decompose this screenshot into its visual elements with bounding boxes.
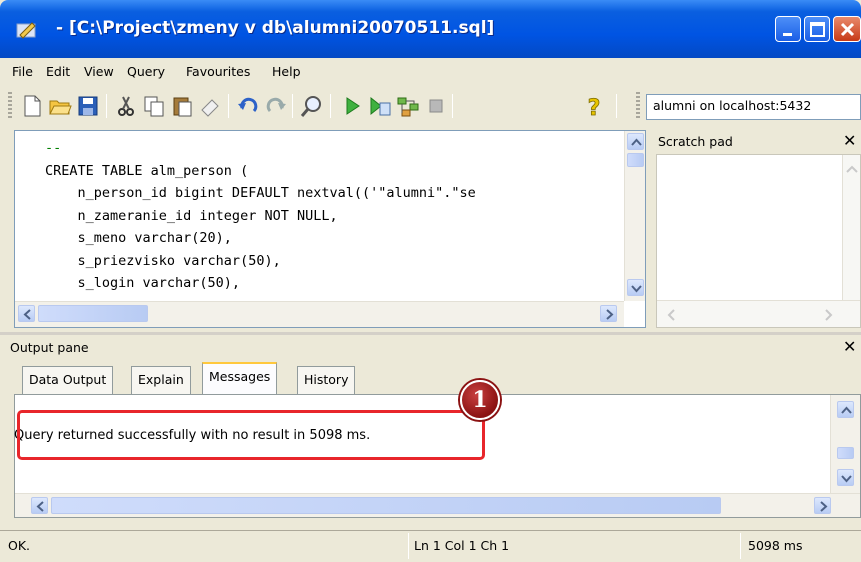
scroll-thumb[interactable] bbox=[51, 497, 721, 514]
chevron-right-icon bbox=[606, 309, 614, 320]
connection-select[interactable]: alumni on localhost:5432 bbox=[646, 94, 861, 120]
scratch-horizontal-scrollbar[interactable] bbox=[657, 300, 860, 327]
tab-history[interactable]: History bbox=[297, 366, 356, 394]
code-line: s_priezvisko varchar(50), bbox=[45, 252, 281, 269]
toolbar-grip[interactable] bbox=[8, 92, 12, 120]
scroll-left-button[interactable] bbox=[31, 497, 48, 514]
chevron-down-icon bbox=[841, 475, 852, 483]
open-folder-icon[interactable] bbox=[48, 94, 72, 118]
sql-code[interactable]: -- CREATE TABLE alm_person ( n_person_id … bbox=[45, 137, 476, 295]
title-bar[interactable]: - [C:\Project\zmeny v db\alumni20070511.… bbox=[0, 0, 861, 58]
pane-splitter[interactable] bbox=[0, 332, 861, 335]
maximize-button[interactable] bbox=[804, 16, 830, 42]
callout-badge: 1 bbox=[460, 380, 500, 420]
menu-favourites[interactable]: Favourites bbox=[186, 64, 250, 79]
scroll-left-button[interactable] bbox=[18, 305, 35, 322]
chevron-left-icon bbox=[23, 309, 31, 320]
window-title: - [C:\Project\zmeny v db\alumni20070511.… bbox=[56, 18, 495, 38]
close-icon bbox=[840, 22, 855, 37]
explain-query-icon[interactable] bbox=[396, 94, 420, 118]
redo-icon[interactable] bbox=[264, 94, 288, 118]
status-text: OK. bbox=[8, 538, 31, 553]
scroll-thumb[interactable] bbox=[38, 305, 148, 322]
scroll-up-button[interactable] bbox=[837, 401, 854, 418]
chevron-down-icon bbox=[631, 285, 642, 293]
chevron-up-icon bbox=[631, 138, 642, 146]
scratch-pad-title: Scratch pad bbox=[658, 134, 733, 149]
toolbar-separator bbox=[106, 94, 107, 118]
code-line: -- bbox=[45, 140, 62, 156]
status-separator bbox=[408, 533, 409, 559]
editor-horizontal-scrollbar[interactable] bbox=[15, 301, 624, 327]
messages-horizontal-scrollbar[interactable] bbox=[15, 493, 860, 517]
toolbar-separator bbox=[616, 94, 617, 118]
menu-view[interactable]: View bbox=[84, 64, 114, 79]
scroll-down-button[interactable] bbox=[837, 469, 854, 486]
toolbar-separator bbox=[452, 94, 453, 118]
execution-time: 5098 ms bbox=[748, 538, 803, 553]
tab-messages[interactable]: Messages bbox=[202, 362, 278, 395]
svg-text:?: ? bbox=[588, 96, 601, 118]
paste-icon[interactable] bbox=[170, 94, 194, 118]
output-pane-close-icon[interactable]: ✕ bbox=[843, 337, 856, 356]
code-line: s_meno varchar(20), bbox=[45, 230, 232, 246]
execute-to-file-icon[interactable] bbox=[368, 94, 392, 118]
menu-edit[interactable]: Edit bbox=[46, 64, 70, 79]
close-button[interactable] bbox=[833, 16, 861, 42]
clear-icon[interactable] bbox=[198, 94, 222, 118]
status-separator bbox=[740, 533, 741, 559]
toolbar-separator bbox=[228, 94, 229, 118]
find-icon[interactable] bbox=[300, 94, 324, 118]
undo-icon[interactable] bbox=[236, 94, 260, 118]
sql-editor[interactable]: -- CREATE TABLE alm_person ( n_person_id … bbox=[14, 130, 646, 328]
code-line: n_person_id bigint DEFAULT nextval(('"al… bbox=[45, 185, 476, 201]
chevron-right-icon bbox=[825, 309, 833, 321]
execute-icon[interactable] bbox=[340, 94, 364, 118]
cancel-query-icon[interactable] bbox=[424, 94, 448, 118]
save-icon[interactable] bbox=[76, 94, 100, 118]
message-highlight-box bbox=[17, 410, 485, 460]
scroll-right-button[interactable] bbox=[600, 305, 617, 322]
menu-help[interactable]: Help bbox=[272, 64, 301, 79]
scratch-pad[interactable] bbox=[656, 154, 861, 328]
chevron-up-icon bbox=[846, 165, 858, 173]
menu-bar: File Edit View Query Favourites Help bbox=[0, 58, 861, 86]
scroll-up-button[interactable] bbox=[627, 133, 644, 150]
tab-explain[interactable]: Explain bbox=[131, 366, 191, 394]
output-pane-title: Output pane bbox=[10, 340, 89, 355]
minimize-icon bbox=[783, 33, 792, 36]
code-line: CREATE TABLE alm_person ( bbox=[45, 162, 249, 179]
editor-vertical-scrollbar[interactable] bbox=[624, 131, 645, 301]
chevron-left-icon bbox=[667, 309, 675, 321]
menu-file[interactable]: File bbox=[12, 64, 33, 79]
new-file-icon[interactable] bbox=[20, 94, 44, 118]
cut-icon[interactable] bbox=[114, 94, 138, 118]
messages-vertical-scrollbar[interactable] bbox=[830, 395, 860, 495]
code-line: n_zameranie_id integer NOT NULL, bbox=[45, 207, 338, 224]
app-icon bbox=[16, 22, 36, 39]
toolbar-grip[interactable] bbox=[636, 92, 640, 120]
scroll-thumb[interactable] bbox=[837, 447, 854, 459]
chevron-right-icon bbox=[820, 501, 828, 512]
chevron-up-icon bbox=[841, 406, 852, 414]
toolbar-separator bbox=[292, 94, 293, 118]
chevron-left-icon bbox=[36, 501, 44, 512]
help-icon[interactable]: ? bbox=[582, 94, 606, 118]
minimize-button[interactable] bbox=[775, 16, 801, 42]
copy-icon[interactable] bbox=[142, 94, 166, 118]
code-line: s_login varchar(50), bbox=[45, 275, 241, 291]
scroll-down-button[interactable] bbox=[627, 279, 644, 296]
scroll-thumb[interactable] bbox=[627, 153, 644, 167]
scroll-right-button[interactable] bbox=[814, 497, 831, 514]
scratch-pad-close-icon[interactable]: ✕ bbox=[843, 131, 856, 150]
menu-query[interactable]: Query bbox=[127, 64, 165, 79]
cursor-position: Ln 1 Col 1 Ch 1 bbox=[414, 538, 510, 553]
scratch-vertical-scrollbar[interactable] bbox=[842, 155, 860, 300]
maximize-icon bbox=[810, 22, 825, 37]
toolbar-separator bbox=[330, 94, 331, 118]
tab-data-output[interactable]: Data Output bbox=[22, 366, 114, 394]
